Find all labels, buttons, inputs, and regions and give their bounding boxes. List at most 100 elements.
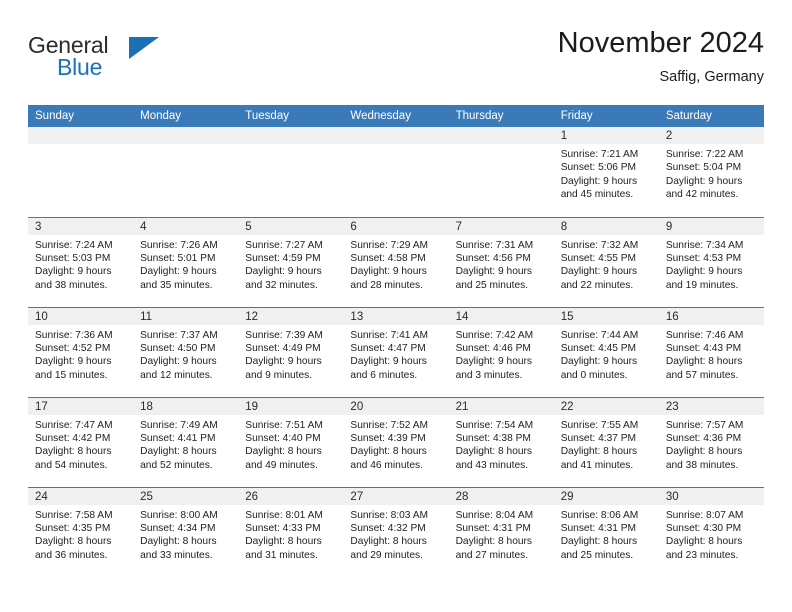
sunset-text: Sunset: 5:04 PM (665, 162, 742, 174)
daylight-text-line1: Daylight: 8 hours (665, 356, 743, 368)
sunrise-text: Sunrise: 7:31 AM (455, 239, 534, 251)
calendar-day-cell[interactable]: 29 Sunrise: 8:06 AM Sunset: 4:31 PM Dayligh… (553, 486, 659, 577)
daylight-text-line2: and 9 minutes. (245, 369, 313, 381)
sunset-text: Sunset: 4:41 PM (140, 432, 216, 444)
daylight-text-line2: and 28 minutes. (350, 279, 423, 291)
day-number: 21 (448, 397, 554, 415)
daylight-text-line2: and 23 minutes. (665, 549, 739, 561)
day-number: 27 (343, 487, 449, 505)
sunrise-text: Sunrise: 8:01 AM (245, 509, 323, 521)
daylight-text-line1: Daylight: 8 hours (455, 446, 533, 458)
calendar-day-cell[interactable]: 10 Sunrise: 7:36 AM Sunset: 4:52 PM Dayligh… (28, 306, 134, 397)
sunset-text: Sunset: 4:33 PM (245, 522, 321, 534)
sunset-text: Sunset: 4:43 PM (665, 342, 742, 354)
sunrise-text: Sunrise: 7:41 AM (350, 329, 429, 341)
calendar-day-cell[interactable]: 1 Sunrise: 7:21 AM Sunset: 5:06 PM Daylight… (553, 127, 659, 217)
day-sun-info: Sunrise: 8:00 AM Sunset: 4:34 PM Daylight:… (133, 505, 238, 563)
sunrise-text: Sunrise: 7:27 AM (245, 239, 323, 251)
calendar-day-cell[interactable]: 22 Sunrise: 7:55 AM Sunset: 4:37 PM Dayligh… (553, 396, 659, 487)
day-number: 22 (553, 397, 659, 415)
calendar-day-cell[interactable]: 24 Sunrise: 7:58 AM Sunset: 4:35 PM Dayligh… (28, 486, 134, 577)
calendar-day-cell[interactable]: 12 Sunrise: 7:39 AM Sunset: 4:49 PM Dayligh… (238, 306, 344, 397)
calendar-day-cell[interactable]: 23 Sunrise: 7:57 AM Sunset: 4:36 PM Dayligh… (658, 396, 764, 487)
calendar-day-cell[interactable]: 5 Sunrise: 7:27 AM Sunset: 4:59 PM Daylight… (238, 216, 344, 307)
daylight-text-line1: Daylight: 9 hours (560, 266, 638, 278)
daylight-text-line1: Daylight: 9 hours (350, 266, 427, 278)
day-sun-info: Sunrise: 8:03 AM Sunset: 4:32 PM Daylight:… (343, 505, 448, 563)
calendar-day-cell[interactable]: 17 Sunrise: 7:47 AM Sunset: 4:42 PM Dayligh… (28, 396, 134, 487)
calendar-day-cell[interactable]: 9 Sunrise: 7:34 AM Sunset: 4:53 PM Daylight… (658, 216, 764, 307)
day-number: 11 (133, 307, 239, 325)
title-block: November 2024 Saffig, Germany (558, 26, 764, 87)
calendar-day-cell[interactable]: 14 Sunrise: 7:42 AM Sunset: 4:46 PM Dayligh… (448, 306, 554, 397)
brand-logo[interactable]: General Blue (28, 32, 228, 92)
calendar-page: General Blue November 2024 Saffig, Germa… (0, 0, 792, 612)
daylight-text-line2: and 43 minutes. (455, 459, 529, 471)
calendar-day-cell[interactable]: 26 Sunrise: 8:01 AM Sunset: 4:33 PM Dayligh… (238, 486, 344, 577)
calendar-day-cell[interactable]: 30 Sunrise: 8:07 AM Sunset: 4:30 PM Dayligh… (658, 486, 764, 577)
daylight-text-line1: Daylight: 9 hours (455, 356, 533, 368)
calendar-day-cell[interactable]: 3 Sunrise: 7:24 AM Sunset: 5:03 PM Daylight… (28, 216, 134, 307)
day-sun-info: Sunrise: 7:51 AM Sunset: 4:40 PM Daylight:… (238, 415, 343, 473)
daylight-text-line1: Daylight: 9 hours (560, 356, 638, 368)
calendar-day-cell[interactable]: 8 Sunrise: 7:32 AM Sunset: 4:55 PM Daylight… (553, 216, 659, 307)
calendar-week-row: 10 Sunrise: 7:36 AM Sunset: 4:52 PM Dayligh… (28, 306, 764, 397)
sunset-text: Sunset: 4:56 PM (455, 252, 531, 264)
calendar-day-cell[interactable]: 11 Sunrise: 7:37 AM Sunset: 4:50 PM Dayligh… (133, 306, 239, 397)
day-number: 19 (238, 397, 344, 415)
day-sun-info: Sunrise: 7:46 AM Sunset: 4:43 PM Daylight:… (659, 325, 764, 383)
calendar-day-cell[interactable]: 27 Sunrise: 8:03 AM Sunset: 4:32 PM Dayligh… (343, 486, 449, 577)
calendar-day-cell[interactable]: 7 Sunrise: 7:31 AM Sunset: 4:56 PM Daylight… (448, 216, 554, 307)
sunrise-text: Sunrise: 7:54 AM (455, 419, 534, 431)
calendar-day-cell[interactable]: 18 Sunrise: 7:49 AM Sunset: 4:41 PM Dayligh… (133, 396, 239, 487)
day-sun-info: Sunrise: 7:24 AM Sunset: 5:03 PM Daylight:… (28, 235, 133, 293)
calendar-body: 1 Sunrise: 7:21 AM Sunset: 5:06 PM Daylight… (28, 127, 764, 577)
daylight-text-line1: Daylight: 8 hours (140, 536, 217, 548)
daylight-text-line1: Daylight: 9 hours (35, 356, 112, 368)
day-number: 23 (658, 397, 764, 415)
calendar-day-cell[interactable]: 28 Sunrise: 8:04 AM Sunset: 4:31 PM Dayligh… (448, 486, 554, 577)
daylight-text-line2: and 45 minutes. (560, 189, 634, 201)
daylight-text-line2: and 27 minutes. (455, 549, 529, 561)
calendar-day-cell[interactable]: 2 Sunrise: 7:22 AM Sunset: 5:04 PM Daylight… (658, 127, 764, 217)
daylight-text-line1: Daylight: 8 hours (350, 446, 427, 458)
daylight-text-line1: Daylight: 9 hours (35, 266, 112, 278)
calendar-day-cell[interactable]: 6 Sunrise: 7:29 AM Sunset: 4:58 PM Daylight… (343, 216, 449, 307)
sunrise-text: Sunrise: 7:58 AM (35, 509, 113, 521)
sunset-text: Sunset: 4:55 PM (560, 252, 637, 264)
calendar-day-cell[interactable]: 13 Sunrise: 7:41 AM Sunset: 4:47 PM Dayligh… (343, 306, 449, 397)
sunrise-text: Sunrise: 7:57 AM (665, 419, 744, 431)
calendar-day-cell[interactable]: 21 Sunrise: 7:54 AM Sunset: 4:38 PM Dayligh… (448, 396, 554, 487)
weekday-header-row: Sunday Monday Tuesday Wednesday Thursday… (28, 105, 764, 127)
calendar-week-row: 24 Sunrise: 7:58 AM Sunset: 4:35 PM Dayligh… (28, 486, 764, 577)
day-number: 18 (133, 397, 239, 415)
daylight-text-line2: and 32 minutes. (245, 279, 318, 291)
sunset-text: Sunset: 4:59 PM (245, 252, 321, 264)
day-number: 20 (343, 397, 449, 415)
day-number: 28 (448, 487, 554, 505)
day-number: 14 (448, 307, 554, 325)
day-number (238, 127, 344, 144)
sunrise-text: Sunrise: 7:52 AM (350, 419, 429, 431)
daylight-text-line1: Daylight: 9 hours (665, 266, 743, 278)
day-sun-info: Sunrise: 7:52 AM Sunset: 4:39 PM Daylight:… (343, 415, 448, 473)
daylight-text-line1: Daylight: 8 hours (245, 536, 322, 548)
calendar-day-cell[interactable]: 4 Sunrise: 7:26 AM Sunset: 5:01 PM Daylight… (133, 216, 239, 307)
daylight-text-line1: Daylight: 8 hours (245, 446, 322, 458)
calendar-day-cell[interactable]: 25 Sunrise: 8:00 AM Sunset: 4:34 PM Dayligh… (133, 486, 239, 577)
daylight-text-line1: Daylight: 8 hours (665, 536, 743, 548)
daylight-text-line2: and 46 minutes. (350, 459, 423, 471)
day-number: 15 (553, 307, 659, 325)
day-number: 16 (658, 307, 764, 325)
day-sun-info: Sunrise: 7:41 AM Sunset: 4:47 PM Daylight:… (343, 325, 448, 383)
calendar-day-cell[interactable]: 15 Sunrise: 7:44 AM Sunset: 4:45 PM Dayligh… (553, 306, 659, 397)
calendar-day-cell[interactable]: 20 Sunrise: 7:52 AM Sunset: 4:39 PM Dayligh… (343, 396, 449, 487)
sunset-text: Sunset: 4:34 PM (140, 522, 216, 534)
weekday-header-monday: Monday (133, 105, 239, 127)
calendar-day-cell[interactable]: 19 Sunrise: 7:51 AM Sunset: 4:40 PM Dayligh… (238, 396, 344, 487)
calendar-day-cell[interactable]: 16 Sunrise: 7:46 AM Sunset: 4:43 PM Dayligh… (658, 306, 764, 397)
day-sun-info: Sunrise: 7:36 AM Sunset: 4:52 PM Daylight:… (28, 325, 133, 383)
day-number: 10 (28, 307, 134, 325)
daylight-text-line1: Daylight: 9 hours (245, 356, 322, 368)
daylight-text-line1: Daylight: 9 hours (560, 175, 638, 187)
